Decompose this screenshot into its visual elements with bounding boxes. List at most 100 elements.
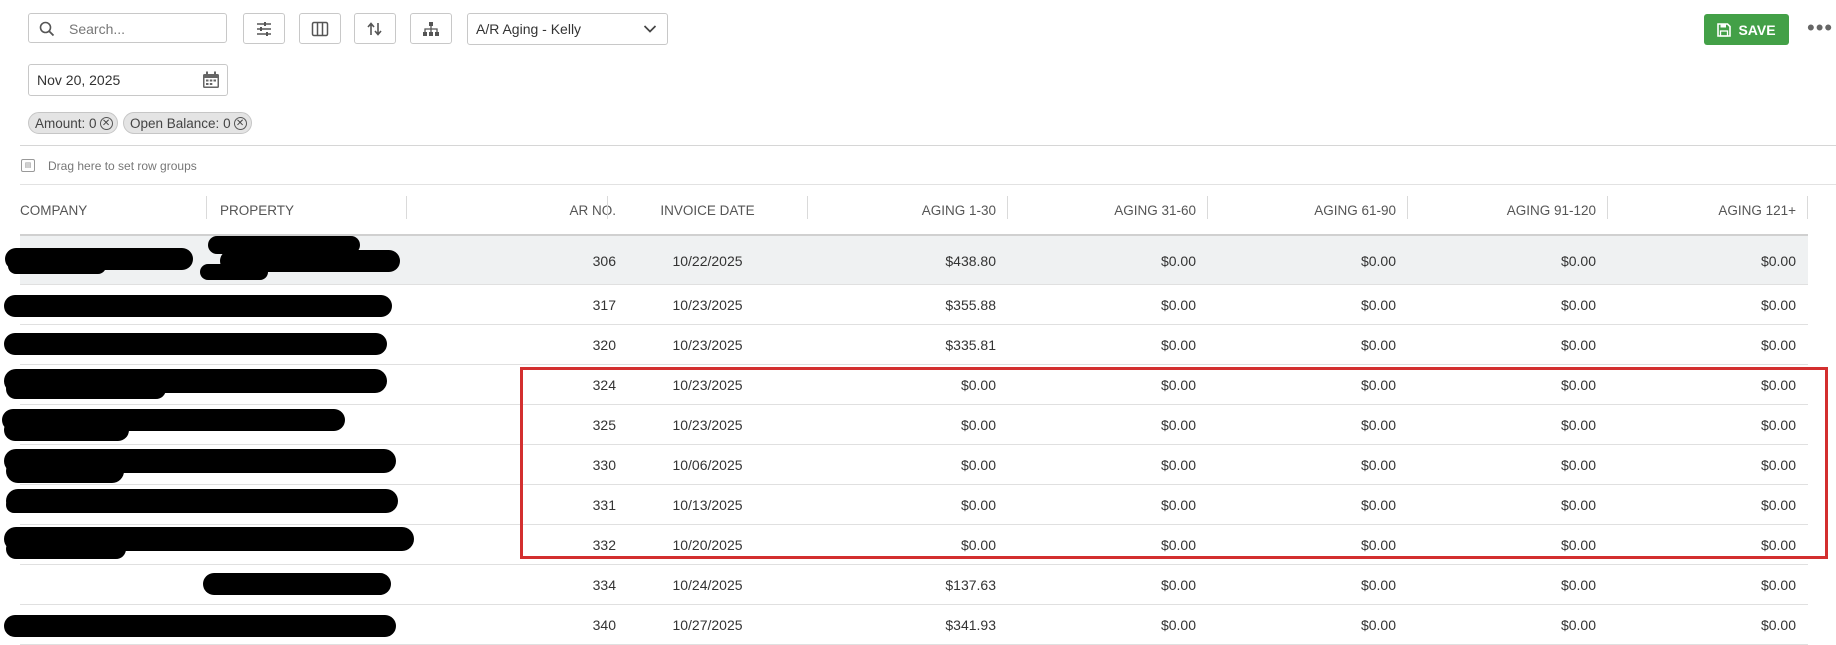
aging-31-60-cell: $0.00 — [1160, 297, 1196, 313]
chip-label: Open Balance: 0 — [130, 115, 231, 131]
aging-61-90-cell: $0.00 — [1360, 617, 1396, 633]
table-row[interactable]: 324 10/23/2025 $0.00 $0.00 $0.00 $0.00 $0.00 — [4, 365, 1808, 405]
invoice-date-cell: 10/22/2025 — [672, 252, 743, 269]
redaction-mark — [4, 295, 392, 317]
more-options-icon[interactable]: ••• — [1807, 17, 1833, 39]
close-icon[interactable]: ✕ — [99, 116, 113, 130]
aging-61-90-cell: $0.00 — [1360, 457, 1396, 473]
ar-no-cell: 331 — [592, 497, 616, 513]
column-header-aging-31-60[interactable]: AGING 31-60 — [1008, 185, 1196, 235]
hierarchy-button[interactable] — [410, 13, 452, 44]
sort-arrows-icon — [367, 21, 382, 36]
redaction-mark — [4, 419, 129, 441]
aging-91-120-cell: $0.00 — [1560, 577, 1596, 593]
close-icon[interactable]: ✕ — [233, 116, 247, 130]
ar-no-cell: 340 — [592, 617, 616, 633]
columns-button[interactable] — [299, 13, 341, 44]
ar-no-cell: 320 — [592, 337, 616, 353]
aging-1-30-cell: $438.80 — [945, 252, 996, 269]
aging-61-90-cell: $0.00 — [1360, 417, 1396, 433]
aging-1-30-cell: $335.81 — [945, 337, 996, 353]
redaction-mark — [6, 459, 124, 483]
redaction-mark — [4, 333, 387, 355]
aging-91-120-cell: $0.00 — [1560, 497, 1596, 513]
invoice-date-cell: 10/06/2025 — [672, 457, 743, 473]
aging-31-60-cell: $0.00 — [1160, 377, 1196, 393]
ar-no-cell: 334 — [592, 577, 616, 593]
row-groups-icon: ▤ — [21, 159, 35, 172]
aging-91-120-cell: $0.00 — [1560, 252, 1596, 269]
search-box[interactable] — [28, 13, 227, 43]
table-row[interactable]: 334 10/24/2025 $137.63 $0.00 $0.00 $0.00 $0.00 — [20, 565, 1808, 605]
aging-121-plus-cell: $0.00 — [1760, 497, 1796, 513]
columns-icon — [311, 21, 329, 36]
aging-61-90-cell: $0.00 — [1360, 577, 1396, 593]
sliders-icon — [257, 21, 271, 36]
report-select[interactable]: A/R Aging - Kelly — [467, 13, 668, 45]
aging-91-120-cell: $0.00 — [1560, 617, 1596, 633]
aging-31-60-cell: $0.00 — [1160, 577, 1196, 593]
filter-chip-open-balance[interactable]: Open Balance: 0 ✕ — [123, 112, 252, 134]
aging-91-120-cell: $0.00 — [1560, 377, 1596, 393]
calendar-icon[interactable] — [202, 71, 220, 89]
divider — [20, 145, 1836, 146]
aging-31-60-cell: $0.00 — [1160, 497, 1196, 513]
table-row[interactable]: 306 10/22/2025 $438.80 $0.00 $0.00 $0.00 $0.00 — [5, 236, 1808, 285]
date-value: Nov 20, 2025 — [37, 72, 121, 88]
table-row[interactable]: 317 10/23/2025 $355.88 $0.00 $0.00 $0.00 $0.00 — [4, 285, 1808, 325]
column-header-company[interactable]: COMPANY — [20, 185, 206, 235]
ar-no-cell: 332 — [592, 537, 616, 553]
aging-121-plus-cell: $0.00 — [1760, 537, 1796, 553]
aging-31-60-cell: $0.00 — [1160, 457, 1196, 473]
aging-31-60-cell: $0.00 — [1160, 617, 1196, 633]
column-header-aging-91-120[interactable]: AGING 91-120 — [1408, 185, 1596, 235]
chip-label: Amount: 0 — [35, 115, 97, 131]
aging-91-120-cell: $0.00 — [1560, 457, 1596, 473]
table-row[interactable]: 325 10/23/2025 $0.00 $0.00 $0.00 $0.00 $0.00 — [2, 405, 1808, 445]
column-header-property[interactable]: PROPERTY — [220, 185, 406, 235]
sort-button[interactable] — [354, 13, 396, 44]
invoice-date-cell: 10/23/2025 — [672, 297, 743, 313]
aging-61-90-cell: $0.00 — [1360, 297, 1396, 313]
aging-1-30-cell: $341.93 — [945, 617, 996, 633]
column-header-invoice-date[interactable]: INVOICE DATE — [608, 185, 807, 235]
ar-no-cell: 317 — [592, 297, 616, 313]
aging-1-30-cell: $0.00 — [960, 377, 996, 393]
search-input[interactable] — [67, 18, 221, 40]
table-row[interactable]: 330 10/06/2025 $0.00 $0.00 $0.00 $0.00 $0.00 — [4, 445, 1808, 485]
filter-chip-amount[interactable]: Amount: 0 ✕ — [28, 112, 118, 134]
table-header: COMPANY PROPERTY AR NO. INVOICE DATE AGI… — [20, 185, 1828, 235]
hierarchy-icon — [423, 21, 439, 36]
invoice-date-cell: 10/20/2025 — [672, 537, 743, 553]
redaction-mark — [200, 264, 268, 280]
column-header-aging-1-30[interactable]: AGING 1-30 — [808, 185, 996, 235]
floppy-disk-icon — [1717, 22, 1732, 37]
aging-91-120-cell: $0.00 — [1560, 537, 1596, 553]
aging-121-plus-cell: $0.00 — [1760, 417, 1796, 433]
save-label: SAVE — [1738, 21, 1776, 38]
aging-121-plus-cell: $0.00 — [1760, 457, 1796, 473]
table-row[interactable]: 331 10/13/2025 $0.00 $0.00 $0.00 $0.00 $0.00 — [6, 485, 1808, 525]
report-select-value: A/R Aging - Kelly — [476, 21, 582, 37]
row-groups-hint[interactable]: Drag here to set row groups — [48, 159, 197, 173]
aging-61-90-cell: $0.00 — [1360, 252, 1396, 269]
save-button[interactable]: SAVE — [1704, 14, 1789, 45]
ar-no-cell: 330 — [592, 457, 616, 473]
invoice-date-cell: 10/23/2025 — [672, 377, 743, 393]
column-header-aging-121-plus[interactable]: AGING 121+ — [1608, 185, 1796, 235]
aging-1-30-cell: $137.63 — [945, 577, 996, 593]
column-header-ar-no[interactable]: AR NO. — [407, 185, 616, 235]
table-row[interactable]: 340 10/27/2025 $341.93 $0.00 $0.00 $0.00 $0.00 — [4, 605, 1808, 645]
date-picker[interactable]: Nov 20, 2025 — [28, 64, 228, 96]
column-header-aging-61-90[interactable]: AGING 61-90 — [1208, 185, 1396, 235]
table-row[interactable]: 332 10/20/2025 $0.00 $0.00 $0.00 $0.00 $0.00 — [4, 525, 1808, 565]
aging-31-60-cell: $0.00 — [1160, 337, 1196, 353]
invoice-date-cell: 10/23/2025 — [672, 337, 743, 353]
aging-121-plus-cell: $0.00 — [1760, 377, 1796, 393]
aging-61-90-cell: $0.00 — [1360, 497, 1396, 513]
aging-1-30-cell: $355.88 — [945, 297, 996, 313]
ar-no-cell: 324 — [592, 377, 616, 393]
filter-settings-button[interactable] — [243, 13, 285, 44]
aging-1-30-cell: $0.00 — [960, 417, 996, 433]
table-row[interactable]: 320 10/23/2025 $335.81 $0.00 $0.00 $0.00 $0.00 — [4, 325, 1808, 365]
